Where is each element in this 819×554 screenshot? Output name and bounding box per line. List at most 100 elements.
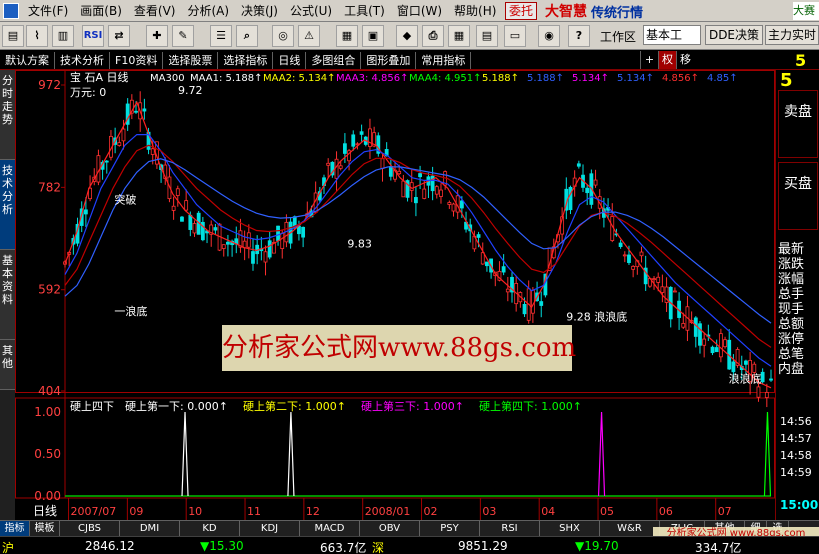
rsi-button[interactable]: RSI <box>82 25 104 47</box>
grid-icon[interactable]: ▦ <box>448 25 470 47</box>
right-panel: 5 卖盘 买盘 最新 涨跌 涨幅 总手 现手 总额 涨停 总笔 内盘 14:56… <box>775 70 819 520</box>
chart-svg[interactable]: 宝 石A 日线 MA300 MAA1: 5.188↑ MAA2: 5.134↑ MAA3… <box>15 70 775 520</box>
tab-minute[interactable]: 分时走势 <box>0 70 15 160</box>
default-scheme-button[interactable]: 默认方案 <box>0 51 55 69</box>
chart-area[interactable]: 宝 石A 日线 MA300 MAA1: 5.188↑ MAA2: 5.134↑ MAA3… <box>15 70 775 520</box>
search-icon[interactable]: ⌕ <box>236 25 258 47</box>
chart-annotation: 9.72 <box>178 84 203 97</box>
candle-body <box>710 346 715 354</box>
candle-body <box>723 339 727 348</box>
plus-icon[interactable]: + <box>640 51 658 69</box>
tab-other[interactable]: 其他 <box>0 340 15 390</box>
candle-body <box>539 301 544 306</box>
ad-right[interactable]: 大赛 <box>793 2 819 20</box>
legend-ma300: MA300 <box>150 73 185 84</box>
watermark: 分析家公式网www.88gs.com <box>222 325 576 371</box>
legend-item: 4.856↑ <box>662 73 699 84</box>
dde-decision-button[interactable]: DDE决策 <box>705 25 763 45</box>
diamond-icon[interactable]: ◆ <box>396 25 418 47</box>
candle-body <box>718 333 723 358</box>
x-tick-label: 02 <box>424 505 438 518</box>
binoculars-icon[interactable]: ◎ <box>272 25 294 47</box>
help-icon[interactable]: ? <box>568 25 590 47</box>
signal-spike <box>597 411 606 497</box>
menu-screen[interactable]: 画面(B) <box>74 0 128 22</box>
tab-kdj[interactable]: KDJ <box>240 521 300 537</box>
candle-body <box>401 180 406 198</box>
field-total-trades: 总笔 <box>778 347 805 362</box>
print-icon[interactable]: ⎙ <box>422 25 444 47</box>
minute-chart-icon[interactable]: ⌇ <box>26 25 48 47</box>
main-force-button[interactable]: 主力实时 <box>765 25 819 45</box>
candle-body <box>175 188 180 196</box>
tab-wr[interactable]: W&R <box>600 521 660 537</box>
tab-kd[interactable]: KD <box>180 521 240 537</box>
workspace-select[interactable]: 基本工 <box>643 25 701 45</box>
f10-button[interactable]: F10资料 <box>110 51 164 69</box>
legend-item: MAA4: 4.951↑ <box>409 73 482 84</box>
exchange-icon[interactable]: ⇄ <box>108 25 130 47</box>
ruler-icon[interactable]: ✎ <box>172 25 194 47</box>
candle-body <box>480 252 485 265</box>
multi-chart-button[interactable]: 多图组合 <box>306 51 362 69</box>
signal-spike <box>181 411 189 497</box>
candle-body <box>627 254 631 263</box>
tab-psy[interactable]: PSY <box>420 521 480 537</box>
overlay-button[interactable]: 图形叠加 <box>361 51 417 69</box>
menu-view[interactable]: 查看(V) <box>128 0 182 22</box>
tab-basic-info[interactable]: 基本资料 <box>0 250 15 340</box>
quote-table-icon[interactable]: ▤ <box>2 25 24 47</box>
crosshair-icon[interactable]: ✚ <box>146 25 168 47</box>
stock-select-icon[interactable]: ▣ <box>362 25 384 47</box>
y-tick-label: 972 <box>38 78 61 92</box>
candle-body <box>522 303 527 315</box>
doc-icon[interactable]: ▭ <box>504 25 526 47</box>
news-icon[interactable]: ☰ <box>210 25 232 47</box>
common-indicator-button[interactable]: 常用指标 <box>416 51 472 69</box>
select-indicator-button[interactable]: 选择指标 <box>218 51 274 69</box>
tab-obv[interactable]: OBV <box>360 521 420 537</box>
warning-icon[interactable]: ⚠ <box>298 25 320 47</box>
menu-tools[interactable]: 工具(T) <box>338 0 391 22</box>
y-tick-label: 782 <box>38 180 61 194</box>
menu-formula[interactable]: 公式(U) <box>284 0 338 22</box>
select-stock-button[interactable]: 选择股票 <box>163 51 219 69</box>
menu-analysis[interactable]: 分析(A) <box>181 0 235 22</box>
kline-icon[interactable]: ▥ <box>52 25 74 47</box>
app-icon[interactable] <box>3 2 19 19</box>
tab-indicator[interactable]: 指标 <box>0 521 30 537</box>
candle-body <box>342 143 347 154</box>
tech-analysis-button[interactable]: 技术分析 <box>55 51 110 69</box>
weituo-button[interactable]: 委托 <box>505 2 538 20</box>
globe-icon[interactable]: ◉ <box>538 25 560 47</box>
weight-button[interactable]: 权 <box>658 51 676 69</box>
legend-item: MAA1: 5.188↑ <box>190 73 263 84</box>
tab-tech-analysis[interactable]: 技术分析 <box>0 160 15 250</box>
sub-legend-item: 硬上第四下: 1.000↑ <box>479 399 582 413</box>
candle-body <box>631 265 636 270</box>
tab-macd[interactable]: MACD <box>300 521 360 537</box>
candle-body <box>618 242 623 247</box>
daily-line-button[interactable]: 日线 <box>273 51 307 69</box>
tab-template[interactable]: 模板 <box>30 521 60 537</box>
status-bar: 沪 2846.12 ▼15.30 663.7亿 深 9851.29 ▼19.70… <box>0 536 819 554</box>
tab-shx[interactable]: SHX <box>540 521 600 537</box>
tab-cjbs[interactable]: CJBS <box>60 521 120 537</box>
move-button[interactable]: 移 <box>676 51 694 69</box>
list-icon[interactable]: ▤ <box>476 25 498 47</box>
candle-body <box>213 227 218 231</box>
tab-dmi[interactable]: DMI <box>120 521 180 537</box>
menu-window[interactable]: 窗口(W) <box>391 0 448 22</box>
tab-rsi[interactable]: RSI <box>480 521 540 537</box>
menu-help[interactable]: 帮助(H) <box>448 0 502 22</box>
candle-body <box>731 361 736 373</box>
chart-tool-icon[interactable]: ▦ <box>336 25 358 47</box>
legend-item: 5.134↑ <box>617 73 654 84</box>
buy-orders-button[interactable]: 买盘 <box>778 162 818 230</box>
sell-orders-button[interactable]: 卖盘 <box>778 90 818 158</box>
menu-file[interactable]: 文件(F) <box>22 0 74 22</box>
tick-time: 14:58 <box>780 449 812 462</box>
candle-body <box>263 251 268 263</box>
candle-body <box>422 188 427 199</box>
menu-decision[interactable]: 决策(J) <box>235 0 284 22</box>
